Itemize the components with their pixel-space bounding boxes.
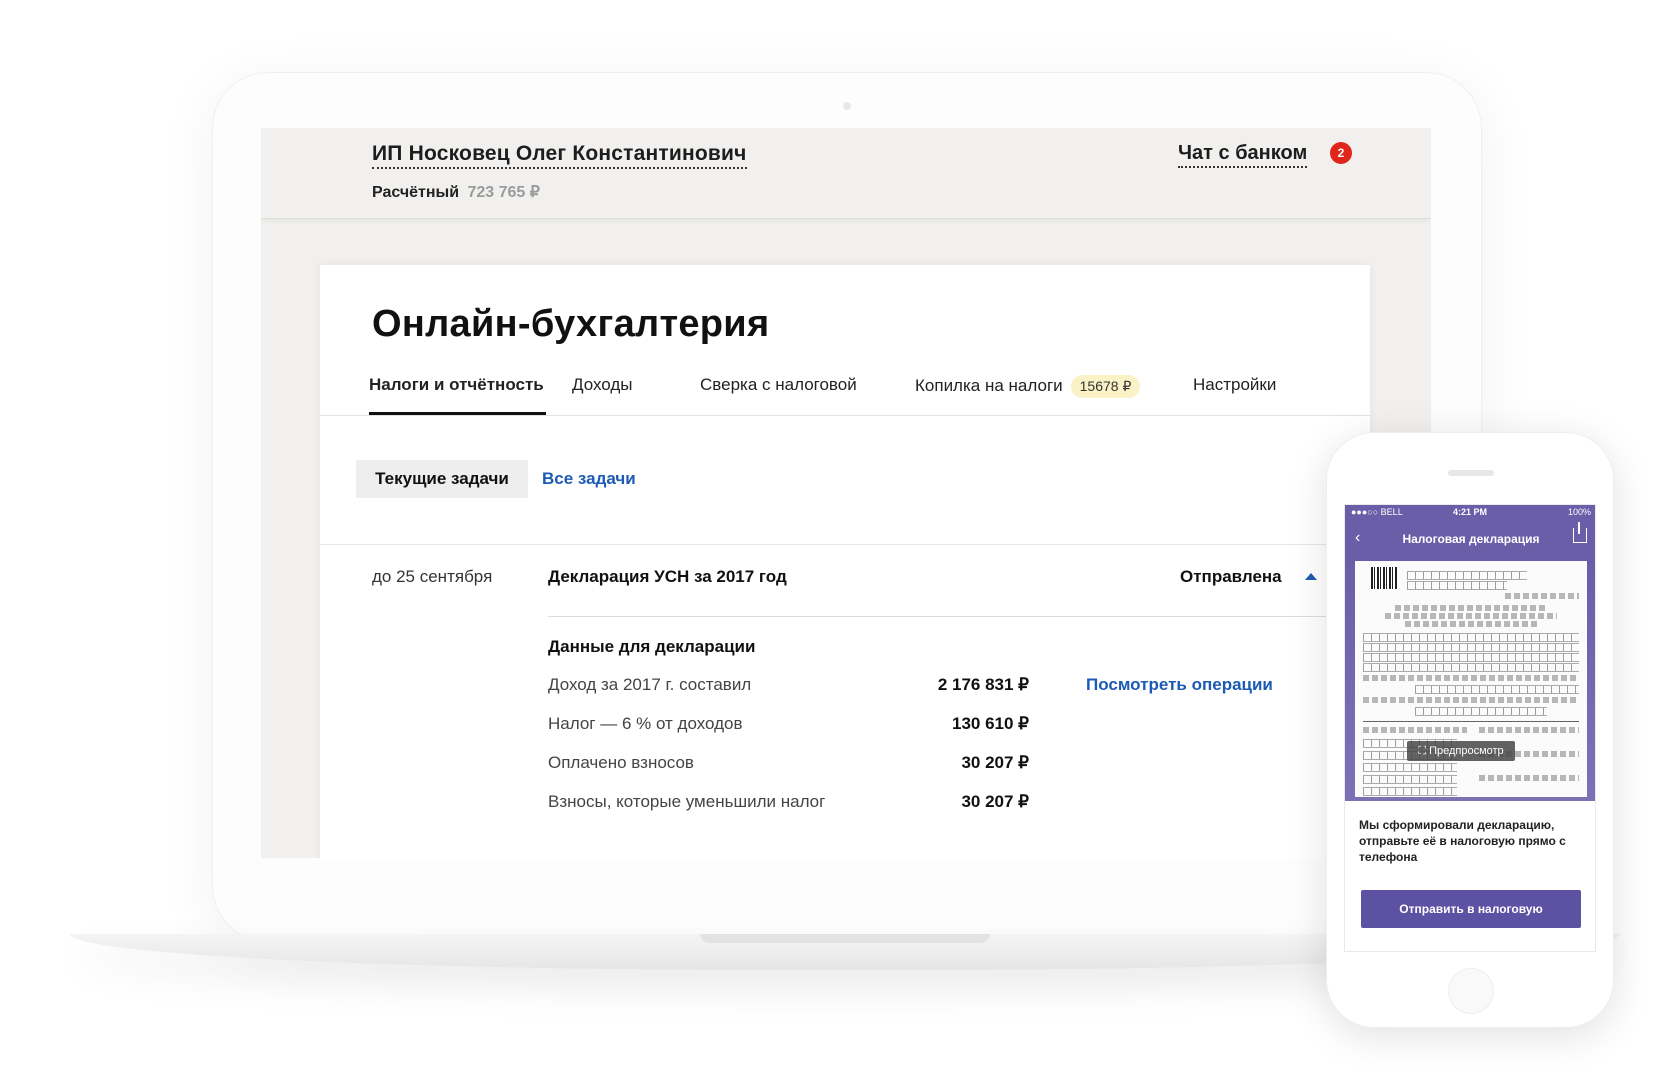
task-title[interactable]: Декларация УСН за 2017 год	[548, 567, 787, 587]
document-preview-area: ⛶ Предпросмотр	[1345, 557, 1595, 801]
form-text	[1479, 775, 1579, 781]
bottom-sheet: Мы сформировали декларацию, отправьте её…	[1345, 801, 1595, 951]
form-boxes	[1415, 685, 1579, 694]
form-boxes	[1363, 663, 1579, 672]
form-text	[1395, 605, 1547, 611]
income-label: Доход за 2017 г. составил	[548, 675, 752, 694]
declaration-data-heading: Данные для декларации	[548, 637, 756, 656]
laptop-screen: ИП Носковец Олег Константинович Расчётны…	[261, 128, 1431, 858]
filter-current-tasks[interactable]: Текущие задачи	[356, 460, 528, 498]
status-time: 4:21 PM	[1453, 507, 1488, 517]
form-text	[1385, 613, 1557, 619]
phone-screen: ●●●○○ BELL 4:21 PM 100% ‹ Налоговая декл…	[1344, 504, 1596, 952]
laptop-notch	[700, 934, 990, 943]
form-text	[1479, 727, 1579, 733]
preview-button[interactable]: ⛶ Предпросмотр	[1407, 741, 1515, 761]
form-text	[1363, 697, 1579, 703]
camera	[843, 102, 851, 110]
savings-amount-badge: 15678 ₽	[1070, 375, 1141, 398]
main-card: Онлайн-бухгалтерия Налоги и отчётность Д…	[320, 265, 1370, 858]
account-label: Расчётный	[372, 184, 460, 201]
carrier-signal: ●●●○○ BELL	[1351, 507, 1403, 517]
form-boxes	[1407, 571, 1527, 580]
task-status: Отправлена	[1180, 567, 1282, 586]
phone-nav-bar: ‹ Налоговая декларация	[1345, 521, 1595, 557]
reducing-contributions-label: Взносы, которые уменьшили налог	[548, 792, 826, 811]
form-boxes	[1407, 581, 1507, 590]
form-boxes	[1363, 633, 1579, 642]
tab-bar: Налоги и отчётность Доходы Сверка с нало…	[320, 375, 1370, 416]
income-value: 2 176 831 ₽	[937, 675, 1029, 694]
reducing-contributions-value: 30 207 ₽	[961, 792, 1029, 811]
page-title: Онлайн-бухгалтерия	[372, 303, 770, 345]
account-amount: 723 765 ₽	[467, 184, 540, 201]
phone-status-bar: ●●●○○ BELL 4:21 PM 100%	[1345, 505, 1595, 521]
chat-with-bank-link[interactable]: Чат с банком	[1178, 142, 1308, 168]
phone-nav-title: Налоговая декларация	[1402, 532, 1540, 546]
task-deadline: до 25 сентября	[372, 567, 493, 586]
phone-home-button[interactable]	[1448, 968, 1494, 1014]
form-text	[1363, 727, 1467, 733]
send-to-tax-office-button[interactable]: Отправить в налоговую	[1361, 890, 1581, 928]
form-boxes	[1415, 707, 1547, 716]
declaration-document-image[interactable]	[1355, 561, 1587, 797]
form-text	[1363, 675, 1579, 681]
form-boxes	[1363, 775, 1457, 784]
battery-level: 100%	[1567, 507, 1591, 517]
tax-label: Налог — 6 % от доходов	[548, 714, 743, 733]
view-operations-link[interactable]: Посмотреть операции	[1086, 675, 1273, 695]
paid-contributions-value: 30 207 ₽	[961, 753, 1029, 772]
tab-income[interactable]: Доходы	[572, 375, 633, 413]
divider	[320, 544, 1370, 545]
form-line	[1363, 721, 1579, 722]
tab-tax-savings[interactable]: Копилка на налоги 15678 ₽	[915, 375, 1141, 413]
form-text	[1505, 593, 1579, 599]
tab-taxes-reports[interactable]: Налоги и отчётность	[369, 375, 546, 415]
tab-settings[interactable]: Настройки	[1193, 375, 1276, 413]
chat-unread-badge: 2	[1330, 142, 1352, 164]
phone-speaker	[1448, 470, 1494, 476]
collapse-caret-icon[interactable]	[1305, 573, 1317, 580]
form-boxes	[1363, 763, 1457, 772]
form-boxes	[1363, 787, 1457, 796]
form-boxes	[1363, 643, 1579, 652]
barcode-graphic	[1371, 567, 1397, 589]
filter-all-tasks[interactable]: Все задачи	[542, 460, 636, 498]
tax-value: 130 610 ₽	[952, 714, 1029, 733]
declaration-ready-message: Мы сформировали декларацию, отправьте её…	[1359, 818, 1566, 864]
org-name-link[interactable]: ИП Носковец Олег Константинович	[372, 142, 747, 169]
account-balance: Расчётный 723 765 ₽	[372, 182, 540, 202]
form-boxes	[1363, 653, 1579, 662]
top-bar: ИП Носковец Олег Константинович Расчётны…	[261, 128, 1431, 219]
share-icon[interactable]	[1573, 522, 1587, 543]
tab-tax-reconciliation[interactable]: Сверка с налоговой	[700, 375, 857, 413]
form-text	[1405, 621, 1537, 627]
paid-contributions-label: Оплачено взносов	[548, 753, 694, 772]
tab-tax-savings-label: Копилка на налоги	[915, 376, 1063, 395]
divider	[548, 616, 1370, 617]
